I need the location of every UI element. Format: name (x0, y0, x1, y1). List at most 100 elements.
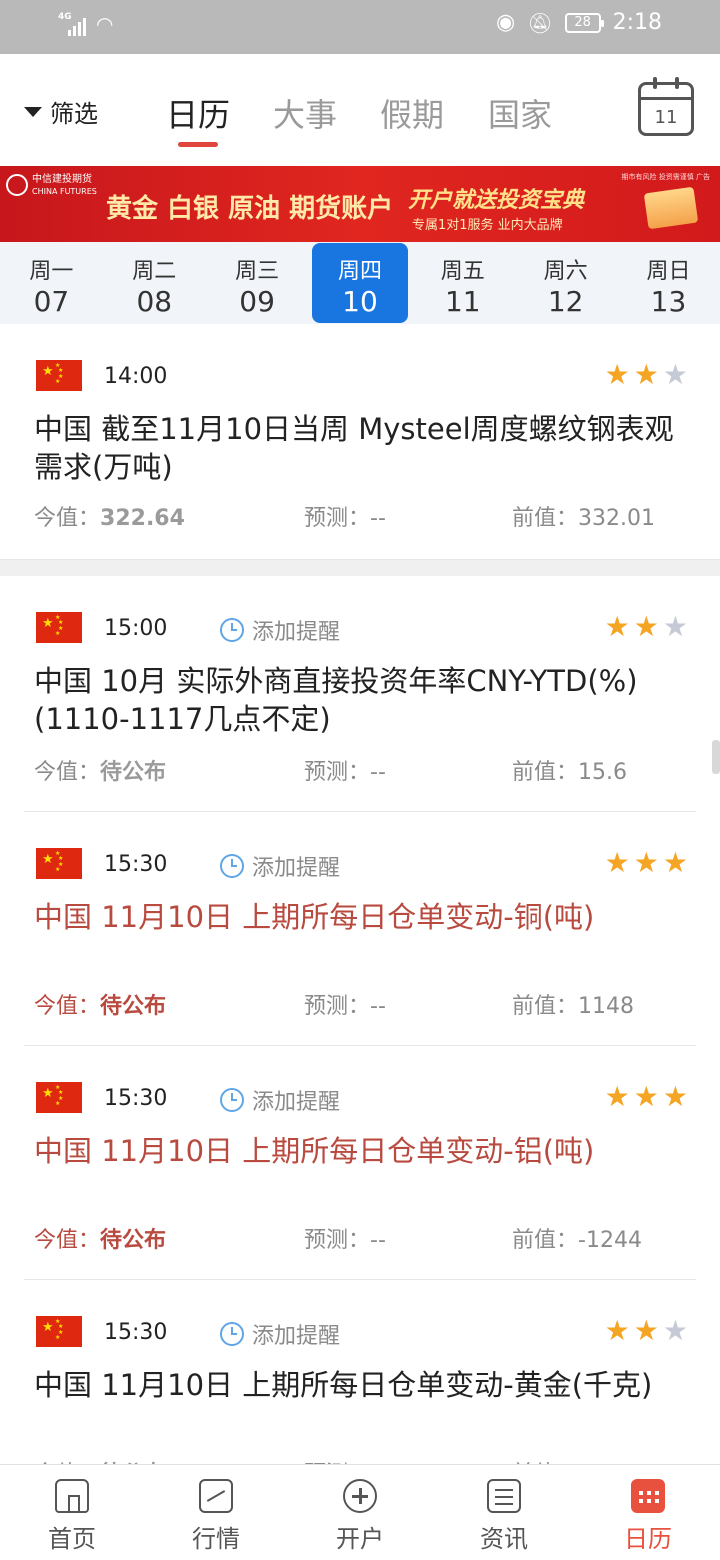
caret-down-icon (24, 106, 42, 117)
forecast-value: 预测：-- (304, 506, 386, 531)
tab-countries[interactable]: 国家 (488, 90, 552, 136)
current-value: 今值：322.64 (34, 506, 185, 531)
day-name: 周四 (337, 259, 382, 284)
alarm-clock-icon (220, 618, 244, 642)
tab-events[interactable]: 大事 (273, 90, 337, 136)
event-time: 15:30 (104, 1320, 168, 1345)
china-flag-icon: ★ ★ ★ ★ ★ (36, 612, 82, 643)
scrollbar[interactable] (712, 740, 720, 774)
event-row[interactable]: ★ ★ ★ ★ ★ 15:00 添加提醒 ★★★ 中国 10月 实际外商直接投资年率CNY-YT… (24, 576, 696, 812)
day-09[interactable]: 周三 09 (209, 243, 305, 323)
nav-label: 资讯 (480, 1525, 528, 1553)
tab-holidays[interactable]: 假期 (380, 90, 444, 136)
importance-stars: ★★★ (604, 846, 692, 879)
news-icon (487, 1479, 521, 1513)
header: 筛选 日历 大事 假期 国家 11 (0, 54, 720, 166)
importance-stars: ★★★ (604, 358, 692, 391)
forecast-value: 预测：-- (304, 1456, 386, 1464)
event-title: 中国 截至11月10日当周 Mysteel周度螺纹钢表观需求(万吨) (34, 412, 674, 484)
day-07[interactable]: 周一 07 (3, 243, 99, 323)
nav-item-calendar[interactable]: 日历 (576, 1465, 720, 1560)
forecast-value: 预测：-- (304, 1228, 386, 1253)
event-title: 中国 11月10日 上期所每日仓单变动-铜(吨) (34, 900, 595, 934)
china-flag-icon: ★ ★ ★ ★ ★ (36, 360, 82, 391)
day-name: 周五 (440, 259, 485, 284)
tab-underline (178, 142, 218, 147)
tab-calendar[interactable]: 日历 (166, 90, 230, 136)
filter-button[interactable]: 筛选 (24, 94, 98, 129)
event-title: 中国 11月10日 上期所每日仓单变动-黄金(千克) (34, 1368, 653, 1402)
calendar-icon (631, 1479, 665, 1513)
event-row[interactable]: ★ ★ ★ ★ ★ 14:00 ★★★ 中国 截至11月10日当周 Mysteel周度螺纹钢表… (0, 324, 720, 560)
alarm-clock-icon (220, 854, 244, 878)
day-08[interactable]: 周二 08 (106, 243, 202, 323)
add-reminder-button[interactable]: 添加提醒 (220, 850, 340, 882)
previous-value: 前值：332.01 (512, 506, 655, 531)
day-date: 09 (239, 285, 275, 318)
eye-icon: ◉ (496, 10, 516, 35)
current-value: 今值：待公布 (34, 1228, 167, 1253)
event-title: 中国 11月10日 上期所每日仓单变动-铝(吨) (34, 1134, 595, 1168)
mute-bell-icon: 🔕︎ (527, 10, 553, 35)
event-row[interactable]: ★ ★ ★ ★ ★ 15:30 添加提醒 ★★★ 中国 11月10日 上期所每日仓单变动-铝(吨… (24, 1046, 696, 1280)
nav-item-news[interactable]: 资讯 (432, 1465, 576, 1560)
importance-stars: ★★★ (604, 1314, 692, 1347)
day-name: 周一 (29, 259, 74, 284)
alarm-clock-icon (220, 1088, 244, 1112)
day-date: 11 (444, 285, 481, 318)
event-time: 15:30 (104, 1086, 168, 1111)
day-10[interactable]: 周四 10 (311, 243, 408, 323)
previous-value: 前值：0 (512, 1456, 592, 1464)
china-flag-icon: ★ ★ ★ ★ ★ (36, 1082, 82, 1113)
event-time: 15:00 (104, 616, 168, 641)
day-date: 12 (547, 285, 584, 318)
nav-label: 首页 (48, 1525, 96, 1553)
event-row[interactable]: ★ ★ ★ ★ ★ 15:30 添加提醒 ★★★ 中国 11月10日 上期所每日仓单变动-黄金(… (24, 1280, 696, 1464)
section-divider (0, 560, 720, 576)
status-right: ◉ 🔕︎ 28 2:18 (496, 10, 662, 35)
day-11[interactable]: 周五 11 (415, 243, 511, 323)
add-reminder-button[interactable]: 添加提醒 (220, 1084, 340, 1116)
event-time: 14:00 (104, 364, 168, 389)
nav-item-home[interactable]: 首页 (0, 1465, 144, 1560)
china-flag-icon: ★ ★ ★ ★ ★ (36, 1316, 82, 1347)
add-reminder-button[interactable]: 添加提醒 (220, 614, 340, 646)
nav-item-chart[interactable]: 行情 (144, 1465, 288, 1560)
importance-stars: ★★★ (604, 610, 692, 643)
plus-circle-icon (343, 1479, 377, 1513)
day-12[interactable]: 周六 12 (518, 243, 614, 323)
alarm-clock-icon (220, 1322, 244, 1346)
ad-banner[interactable]: 中信建投期货 CHINA FUTURES 黄金 白银 原油 期货账户 开户就送投资… (0, 166, 720, 242)
current-value: 今值：待公布 (34, 760, 167, 785)
battery-icon: 28 (564, 12, 604, 33)
home-icon (55, 1479, 89, 1513)
gift-box-icon (643, 186, 699, 230)
day-date: 07 (33, 285, 70, 318)
week-selector: 周一 07 周二 08 周三 09 周四 10 周五 11 周六 12 周日 13 (0, 242, 720, 324)
status-left: 4G ◠ (58, 12, 113, 36)
date-picker-button[interactable]: 11 (638, 77, 694, 136)
filter-label: 筛选 (50, 100, 98, 128)
day-name: 周二 (132, 259, 177, 284)
signal-icon: 4G (58, 12, 86, 36)
nav-label: 日历 (624, 1525, 672, 1553)
event-row[interactable]: ★ ★ ★ ★ ★ 15:30 添加提醒 ★★★ 中国 11月10日 上期所每日仓单变动-铜(吨… (24, 812, 696, 1046)
day-13[interactable]: 周日 13 (620, 243, 716, 323)
nav-label: 开户 (336, 1525, 384, 1553)
day-date: 13 (650, 285, 687, 318)
nav-item-plus-circle[interactable]: 开户 (288, 1465, 432, 1560)
previous-value: 前值：1148 (512, 994, 635, 1019)
network-type: 4G (58, 12, 72, 22)
banner-disclaimer: 期市有风险 投资需谨慎 广告 (621, 173, 710, 181)
wifi-icon: ◠ (96, 12, 114, 36)
forecast-value: 预测：-- (304, 994, 386, 1019)
day-date: 10 (342, 285, 378, 318)
event-title: 中国 10月 实际外商直接投资年率CNY-YTD(%)(1110-1117几点不… (34, 664, 638, 736)
add-reminder-button[interactable]: 添加提醒 (220, 1318, 340, 1350)
forecast-value: 预测：-- (304, 760, 386, 785)
calendar-day: 11 (654, 107, 678, 128)
event-list: ★ ★ ★ ★ ★ 14:00 ★★★ 中国 截至11月10日当周 Mysteel周度螺纹钢表… (0, 324, 720, 1464)
chart-icon (199, 1479, 233, 1513)
day-name: 周日 (646, 259, 691, 284)
day-name: 周三 (235, 259, 280, 284)
